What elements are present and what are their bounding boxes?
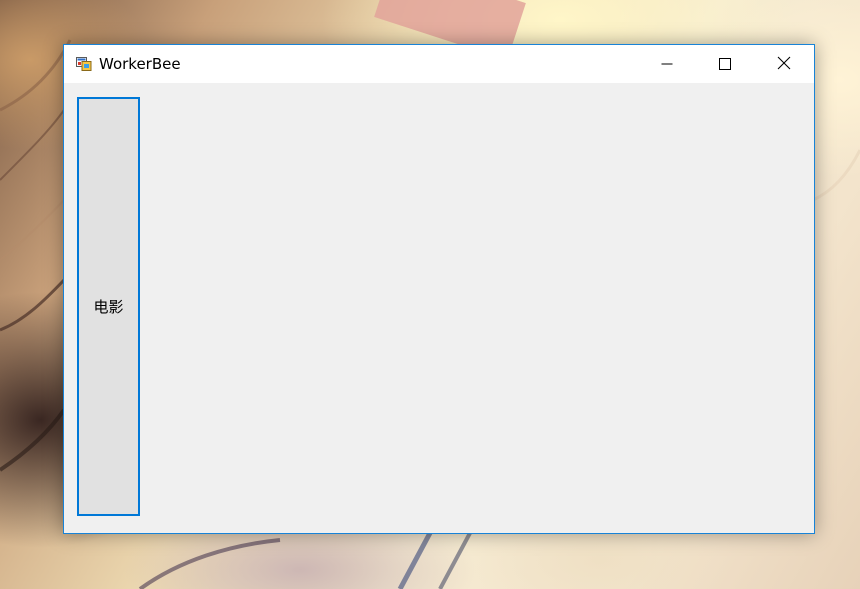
close-icon [777, 55, 791, 74]
winforms-app-icon [76, 56, 92, 72]
close-button[interactable] [755, 45, 813, 83]
workerbee-window: WorkerBee 电影 [63, 44, 815, 534]
minimize-button[interactable] [638, 45, 696, 83]
movie-button[interactable]: 电影 [77, 97, 140, 516]
window-title: WorkerBee [99, 55, 181, 73]
maximize-icon [719, 55, 731, 74]
minimize-icon [661, 55, 673, 74]
client-area: 电影 [64, 83, 814, 533]
maximize-button[interactable] [696, 45, 754, 83]
desktop-wallpaper: WorkerBee 电影 [0, 0, 860, 589]
title-bar[interactable]: WorkerBee [64, 45, 814, 83]
